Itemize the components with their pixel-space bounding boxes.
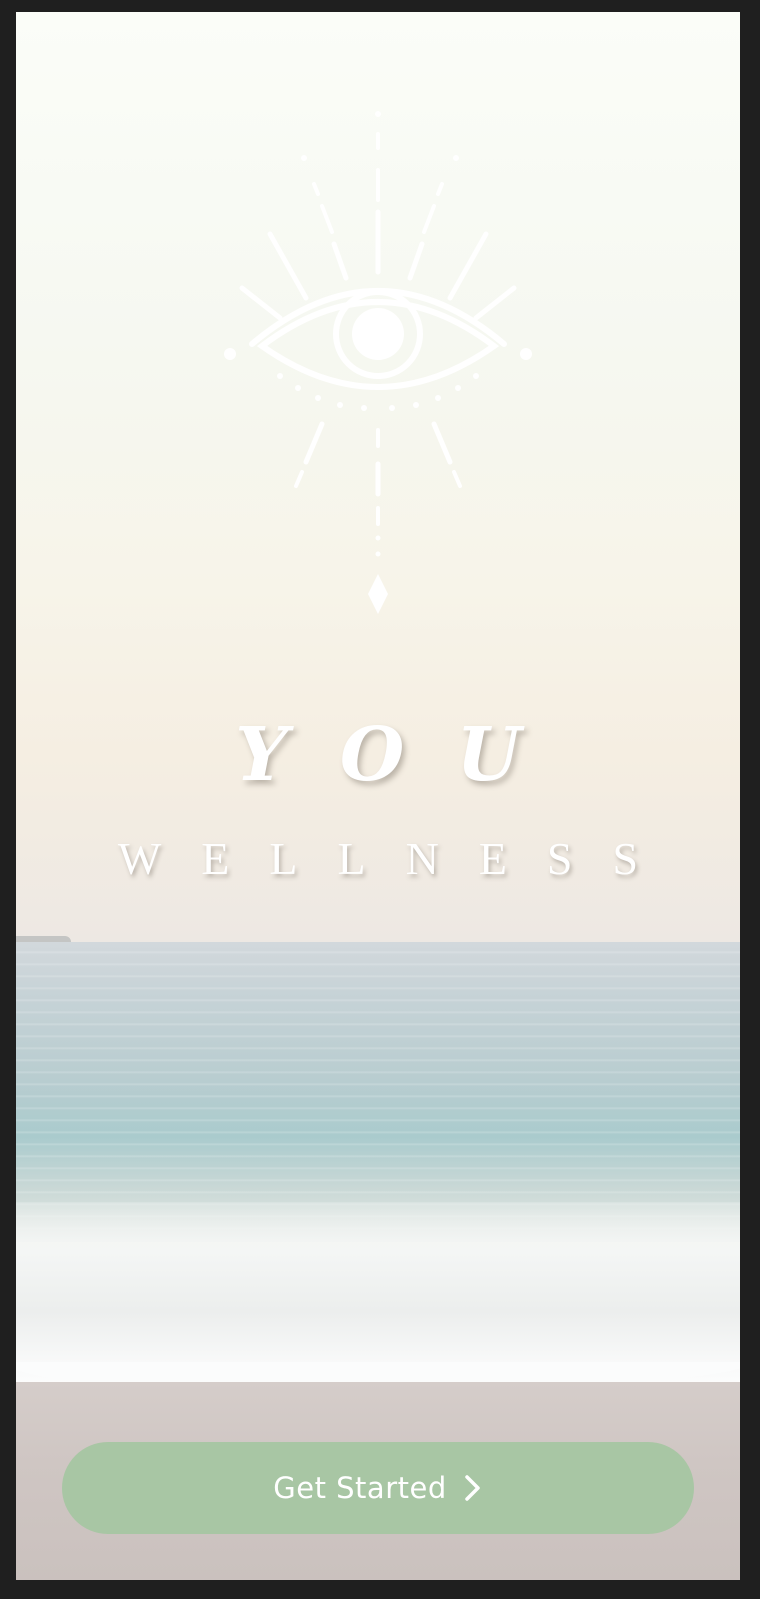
brand-subtitle: WELLNESS xyxy=(117,833,679,884)
chevron-right-icon xyxy=(461,1473,483,1503)
ocean-background xyxy=(16,942,740,1242)
screen: YOU WELLNESS Get Started xyxy=(16,12,740,1580)
get-started-label: Get Started xyxy=(273,1471,447,1505)
brand-title: YOU xyxy=(235,712,573,798)
get-started-button[interactable]: Get Started xyxy=(62,1442,694,1534)
evil-eye-icon xyxy=(218,108,538,628)
